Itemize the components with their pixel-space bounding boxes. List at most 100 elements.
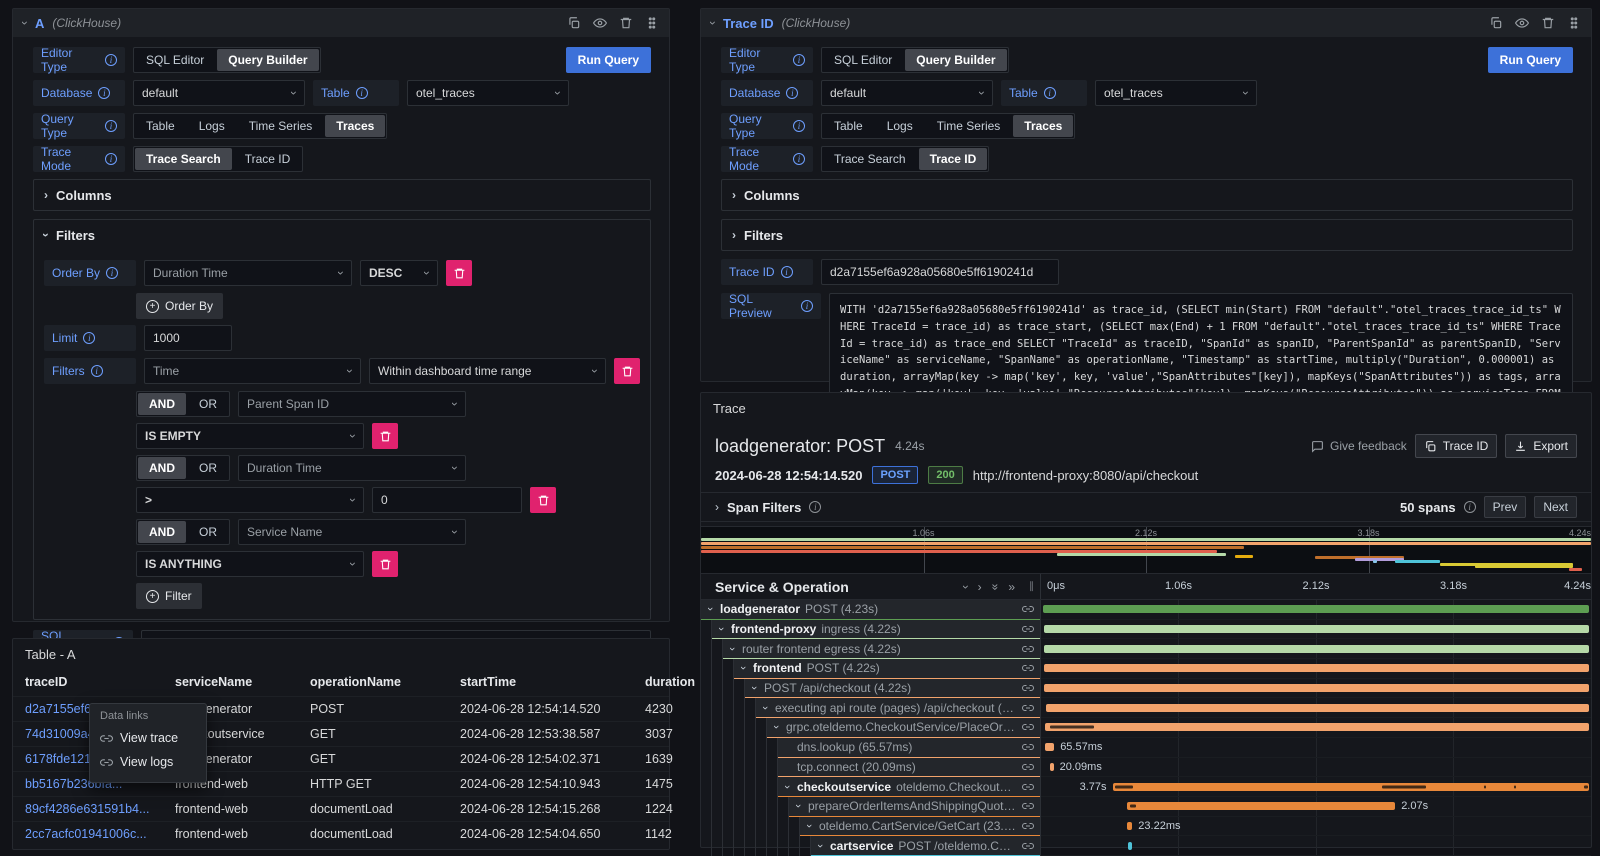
query-type-traces[interactable]: Traces xyxy=(1013,115,1073,137)
panel-header-traceid[interactable]: › Trace ID (ClickHouse) xyxy=(701,9,1591,37)
chevron-down-icon[interactable]: › xyxy=(781,782,793,792)
query-builder-tab[interactable]: Query Builder xyxy=(905,49,1006,71)
remove-condition-button[interactable] xyxy=(530,487,556,513)
collapse-one-icon[interactable]: › xyxy=(959,585,973,589)
give-feedback-button[interactable]: Give feedback xyxy=(1311,439,1407,453)
trash-icon[interactable] xyxy=(619,16,633,30)
link-icon[interactable] xyxy=(1022,623,1034,635)
span-name-box[interactable]: ›frontendPOST (4.22s) xyxy=(734,659,1040,679)
info-icon[interactable]: i xyxy=(781,266,793,278)
span-row[interactable]: ›oteldemo.CartService/GetCart (23.22ms) xyxy=(701,817,1040,837)
filter-field-select[interactable]: Duration Time› xyxy=(238,455,466,481)
remove-order-by-button[interactable] xyxy=(446,260,472,286)
span-row[interactable]: ›POST /api/checkout (4.22s) xyxy=(701,679,1040,699)
column-header-starttime[interactable]: startTime xyxy=(460,675,645,689)
limit-input[interactable]: 1000 xyxy=(144,325,232,351)
span-name-box[interactable]: ›cartservicePOST /oteldemo.CartService/G… xyxy=(811,836,1040,856)
trace-mode-search[interactable]: Trace Search xyxy=(822,147,918,171)
span-row[interactable]: tcp.connect (20.09ms) xyxy=(701,758,1040,778)
span-duration-bar[interactable] xyxy=(1127,802,1395,810)
link-icon[interactable] xyxy=(1022,741,1034,753)
span-row[interactable]: ›grpc.oteldemo.CheckoutService/PlaceOrde… xyxy=(701,718,1040,738)
span-row[interactable]: ›checkoutserviceoteldemo.CheckoutService… xyxy=(701,777,1040,797)
trash-icon[interactable] xyxy=(1541,16,1555,30)
span-duration-bar[interactable] xyxy=(1050,763,1053,771)
chevron-down-icon[interactable]: › xyxy=(792,801,804,811)
chevron-down-icon[interactable]: › xyxy=(737,663,749,673)
filter-field-select[interactable]: Parent Span ID› xyxy=(238,391,466,417)
span-name-box[interactable]: ›POST /api/checkout (4.22s) xyxy=(745,679,1040,699)
view-trace-link[interactable]: View trace xyxy=(100,726,196,750)
query-type-traces[interactable]: Traces xyxy=(325,115,385,137)
info-icon[interactable]: i xyxy=(356,87,368,99)
collapse-all-icon[interactable]: » xyxy=(988,583,1002,590)
remove-condition-button[interactable] xyxy=(372,551,398,577)
info-icon[interactable]: i xyxy=(793,54,805,66)
span-row[interactable]: ›frontend-proxyingress (4.22s) xyxy=(701,620,1040,640)
span-row[interactable]: ›loadgeneratorPOST (4.23s) xyxy=(701,600,1040,620)
span-duration-bar[interactable] xyxy=(1127,822,1132,830)
add-order-by-button[interactable]: +Order By xyxy=(136,293,223,319)
query-type-timeseries[interactable]: Time Series xyxy=(237,114,325,138)
drag-handle-icon[interactable] xyxy=(1567,16,1581,30)
column-header-servicename[interactable]: serviceName xyxy=(175,675,310,689)
remove-condition-button[interactable] xyxy=(372,423,398,449)
info-icon[interactable]: i xyxy=(1044,87,1056,99)
info-icon[interactable]: i xyxy=(793,120,805,132)
info-icon[interactable]: i xyxy=(105,54,117,66)
link-icon[interactable] xyxy=(1022,840,1034,852)
expand-all-icon[interactable]: » xyxy=(1008,580,1015,594)
span-bar-row[interactable] xyxy=(1041,836,1591,856)
order-by-field-select[interactable]: Duration Time› xyxy=(144,260,352,286)
expand-one-icon[interactable]: › xyxy=(978,580,982,594)
sql-editor-tab[interactable]: SQL Editor xyxy=(822,48,904,72)
prev-button[interactable]: Prev xyxy=(1484,496,1527,518)
trace-minimap[interactable]: 1.06s2.12s3.18s4.24s xyxy=(701,526,1591,574)
span-name-box[interactable]: ›router frontend egress (4.22s) xyxy=(723,639,1040,659)
span-row[interactable]: dns.lookup (65.57ms) xyxy=(701,738,1040,758)
filter-operator-select[interactable]: IS ANYTHING› xyxy=(136,551,364,577)
query-type-logs[interactable]: Logs xyxy=(875,114,925,138)
info-icon[interactable]: i xyxy=(801,300,813,312)
link-icon[interactable] xyxy=(1022,662,1034,674)
table-select[interactable]: otel_traces› xyxy=(1095,80,1257,106)
export-button[interactable]: Export xyxy=(1505,434,1577,458)
run-query-button[interactable]: Run Query xyxy=(1488,47,1573,73)
link-icon[interactable] xyxy=(1022,761,1034,773)
trace-id-button[interactable]: Trace ID xyxy=(1415,434,1498,458)
query-type-logs[interactable]: Logs xyxy=(187,114,237,138)
chevron-down-icon[interactable]: › xyxy=(759,703,771,713)
span-bar-row[interactable]: 65.57ms xyxy=(1041,738,1591,758)
span-duration-bar[interactable] xyxy=(1043,605,1589,613)
span-duration-bar[interactable] xyxy=(1044,664,1589,672)
drag-handle-icon[interactable] xyxy=(645,16,659,30)
filter-time-value-select[interactable]: Within dashboard time range› xyxy=(369,358,606,384)
trace-id-input[interactable]: d2a7155ef6a928a05680e5ff6190241d xyxy=(821,259,1059,285)
column-header-operationname[interactable]: operationName xyxy=(310,675,460,689)
span-duration-bar[interactable] xyxy=(1044,684,1589,692)
or-option[interactable]: OR xyxy=(187,520,229,544)
query-type-table[interactable]: Table xyxy=(134,114,187,138)
link-icon[interactable] xyxy=(1022,643,1034,655)
filters-section-header[interactable]: ›Filters xyxy=(722,220,1572,250)
query-type-timeseries[interactable]: Time Series xyxy=(925,114,1013,138)
filter-operator-select[interactable]: >› xyxy=(136,487,364,513)
span-duration-bar[interactable] xyxy=(1113,783,1589,791)
info-icon[interactable]: i xyxy=(809,501,821,513)
chevron-down-icon[interactable]: › xyxy=(715,624,727,634)
duplicate-icon[interactable] xyxy=(1489,16,1503,30)
span-duration-bar[interactable] xyxy=(1044,625,1589,633)
span-bar-row[interactable] xyxy=(1041,600,1591,620)
filter-operator-select[interactable]: IS EMPTY› xyxy=(136,423,364,449)
span-row[interactable]: ›executing api route (pages) /api/checko… xyxy=(701,698,1040,718)
or-option[interactable]: OR xyxy=(187,456,229,480)
info-icon[interactable]: i xyxy=(105,120,117,132)
span-name-box[interactable]: ›oteldemo.CartService/GetCart (23.22ms) xyxy=(800,817,1040,837)
collapse-chevron-icon[interactable]: › xyxy=(706,21,720,25)
span-bar-row[interactable] xyxy=(1041,620,1591,640)
span-name-box[interactable]: ›frontend-proxyingress (4.22s) xyxy=(712,620,1040,640)
span-bar-row[interactable]: 3.77s xyxy=(1041,777,1591,797)
trace-mode-id[interactable]: Trace ID xyxy=(233,147,303,171)
database-select[interactable]: default› xyxy=(821,80,993,106)
info-icon[interactable]: i xyxy=(106,267,118,279)
